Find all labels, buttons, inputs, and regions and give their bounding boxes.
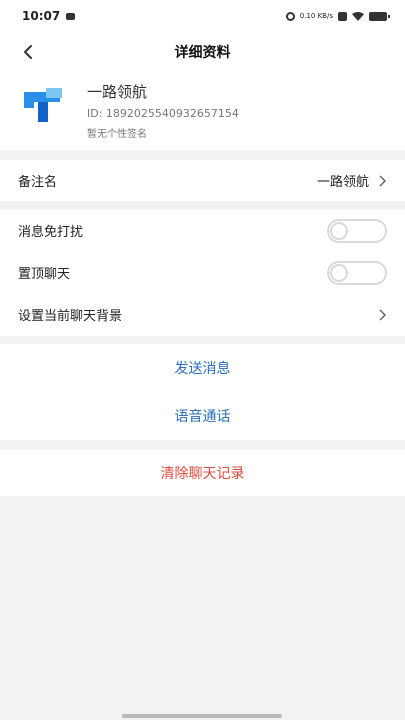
chevron-right-icon: [379, 308, 387, 321]
pin-row: 置顶聊天: [0, 252, 405, 293]
settings-group: 消息免打扰 置顶聊天 设置当前聊天背景: [0, 210, 405, 336]
chevron-right-icon: [379, 174, 387, 187]
message-icon: [66, 12, 76, 20]
wifi-icon: [352, 11, 364, 21]
nav-bar: 详细资料: [0, 32, 405, 72]
dnd-row: 消息免打扰: [0, 210, 405, 251]
actions-group: 发送消息 语音通话: [0, 344, 405, 440]
back-arrow-icon: [24, 45, 32, 59]
remark-row[interactable]: 备注名 一路领航: [0, 160, 405, 201]
battery-icon: [369, 11, 390, 21]
chat-background-row[interactable]: 设置当前聊天背景: [0, 294, 405, 335]
chat-background-label: 设置当前聊天背景: [18, 309, 123, 324]
voice-call-button[interactable]: 语音通话: [0, 394, 405, 438]
pin-label: 置顶聊天: [18, 267, 71, 282]
network-speed: 0.10 KB/s: [299, 11, 333, 20]
pin-toggle[interactable]: [327, 260, 387, 285]
remark-label: 备注名: [18, 175, 58, 190]
send-message-button[interactable]: 发送消息: [0, 346, 405, 390]
avatar[interactable]: [20, 82, 68, 130]
profile-signature: 暂无个性签名: [87, 129, 147, 140]
toggle-knob: [330, 263, 348, 282]
toggle-knob: [330, 221, 348, 240]
remark-value: 一路领航: [316, 175, 369, 190]
dnd-toggle[interactable]: [327, 218, 387, 243]
page-title: 详细资料: [174, 45, 231, 61]
vibrate-icon: [285, 11, 295, 21]
clear-group: 清除聊天记录: [0, 450, 405, 496]
remark-group: 备注名 一路领航: [0, 160, 405, 201]
home-indicator[interactable]: [122, 714, 282, 718]
status-bar: 10:07 0.10 KB/s: [0, 0, 405, 32]
profile-name: 一路领航: [87, 83, 148, 101]
status-time: 10:07: [22, 9, 61, 23]
dnd-label: 消息免打扰: [18, 225, 84, 240]
clear-history-button[interactable]: 清除聊天记录: [0, 451, 405, 495]
status-icons: 0.10 KB/s: [285, 11, 390, 21]
data-icon: [338, 11, 347, 21]
profile-id: ID: 1892025540932657154: [87, 107, 239, 120]
profile-card: 一路领航 ID: 1892025540932657154 暂无个性签名: [0, 72, 405, 150]
back-button[interactable]: [14, 38, 42, 66]
